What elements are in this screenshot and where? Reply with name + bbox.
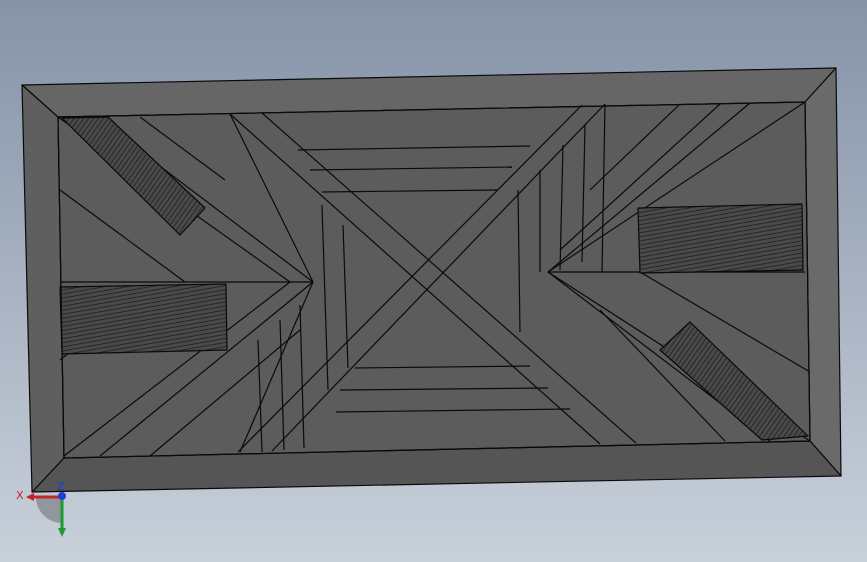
wood-panel-model[interactable] [21, 67, 842, 493]
z-axis-dot-icon [58, 492, 66, 500]
triad-gray-disc [36, 497, 62, 523]
model-canvas[interactable]: X Z [0, 0, 867, 562]
frame-right-face[interactable] [804, 67, 842, 477]
z-axis-label: Z [57, 480, 65, 493]
hatched-insert-right[interactable] [637, 203, 804, 274]
x-axis-label: X [16, 489, 24, 502]
frame-left-face[interactable] [21, 84, 65, 493]
y-axis-arrowhead-icon [58, 528, 66, 537]
graphics-viewport[interactable]: X Z [0, 0, 867, 562]
x-axis-arrowhead-icon [26, 493, 34, 501]
hatched-insert-left[interactable] [59, 283, 228, 355]
inner-panel-face[interactable] [57, 101, 811, 459]
